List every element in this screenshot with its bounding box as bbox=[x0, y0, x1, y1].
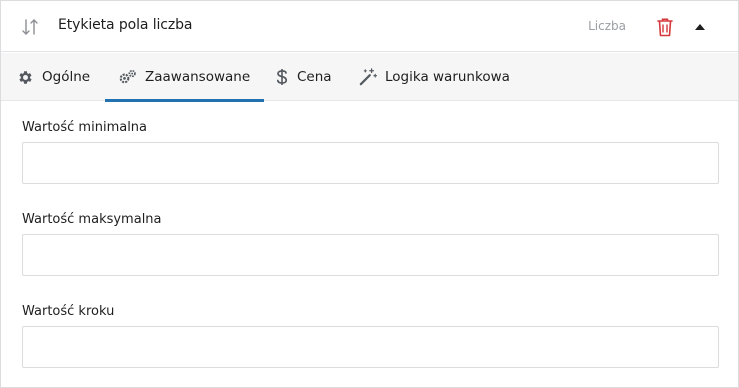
tab-general-label: Ogólne bbox=[42, 69, 91, 85]
tab-general[interactable]: Ogólne bbox=[17, 53, 90, 101]
max-value-input[interactable] bbox=[22, 234, 719, 276]
tab-price[interactable]: Cena bbox=[275, 53, 332, 101]
dollar-icon bbox=[276, 69, 288, 85]
field-header: Etykieta pola liczba Liczba bbox=[1, 1, 738, 52]
magic-wand-icon bbox=[359, 68, 377, 86]
gears-icon bbox=[119, 69, 136, 84]
max-value-label: Wartość maksymalna bbox=[22, 212, 162, 227]
field-label: Etykieta pola liczba bbox=[58, 17, 193, 33]
min-value-group: Wartość minimalna bbox=[22, 120, 719, 184]
min-value-label: Wartość minimalna bbox=[22, 120, 148, 135]
step-value-label: Wartość kroku bbox=[22, 304, 115, 319]
tab-price-label: Cena bbox=[297, 69, 332, 85]
tab-advanced-label: Zaawansowane bbox=[145, 69, 251, 85]
trash-icon[interactable] bbox=[656, 17, 674, 37]
step-value-group: Wartość kroku bbox=[22, 304, 719, 368]
tab-conditional-logic[interactable]: Logika warunkowa bbox=[359, 53, 510, 101]
field-settings-panel: Etykieta pola liczba Liczba Ogólne Zaawa… bbox=[0, 0, 739, 388]
tab-conditional-logic-label: Logika warunkowa bbox=[385, 69, 510, 85]
step-value-input[interactable] bbox=[22, 326, 719, 368]
sort-arrows-icon[interactable] bbox=[21, 18, 39, 36]
gear-icon bbox=[19, 70, 32, 84]
settings-tabs: Ogólne Zaawansowane Cena Logika warunkow… bbox=[1, 53, 738, 102]
tab-advanced[interactable]: Zaawansowane bbox=[105, 53, 265, 102]
field-type-badge: Liczba bbox=[588, 19, 626, 33]
min-value-input[interactable] bbox=[22, 142, 719, 184]
collapse-arrow-icon[interactable] bbox=[692, 19, 708, 35]
max-value-group: Wartość maksymalna bbox=[22, 212, 719, 276]
